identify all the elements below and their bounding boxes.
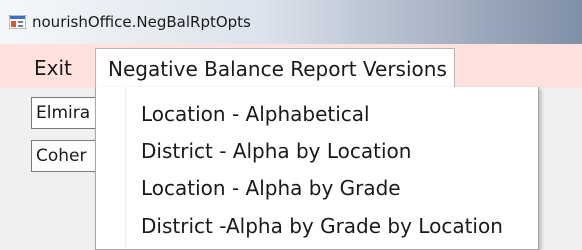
menu-item-location-alphabetical[interactable]: Location - Alphabetical: [141, 96, 370, 132]
dropdown-icon-margin: [96, 87, 126, 249]
window-title: nourishOffice.NegBalRptOpts: [32, 13, 251, 31]
menu-item-district-alpha-by-grade-by-location[interactable]: District -Alpha by Grade by Location: [141, 208, 503, 244]
menu-item-district-alpha-by-location[interactable]: District - Alpha by Location: [141, 133, 411, 169]
title-bar[interactable]: nourishOffice.NegBalRptOpts: [0, 0, 582, 44]
app-window: nourishOffice.NegBalRptOpts Exit Negativ…: [0, 0, 582, 250]
menu-item-location-alpha-by-grade[interactable]: Location - Alpha by Grade: [141, 170, 401, 206]
app-window-icon: [8, 14, 27, 30]
menu-exit[interactable]: Exit: [22, 52, 84, 84]
menu-negative-balance-report-versions[interactable]: Negative Balance Report Versions: [95, 48, 455, 88]
report-versions-dropdown: Location - Alphabetical District - Alpha…: [95, 87, 539, 250]
